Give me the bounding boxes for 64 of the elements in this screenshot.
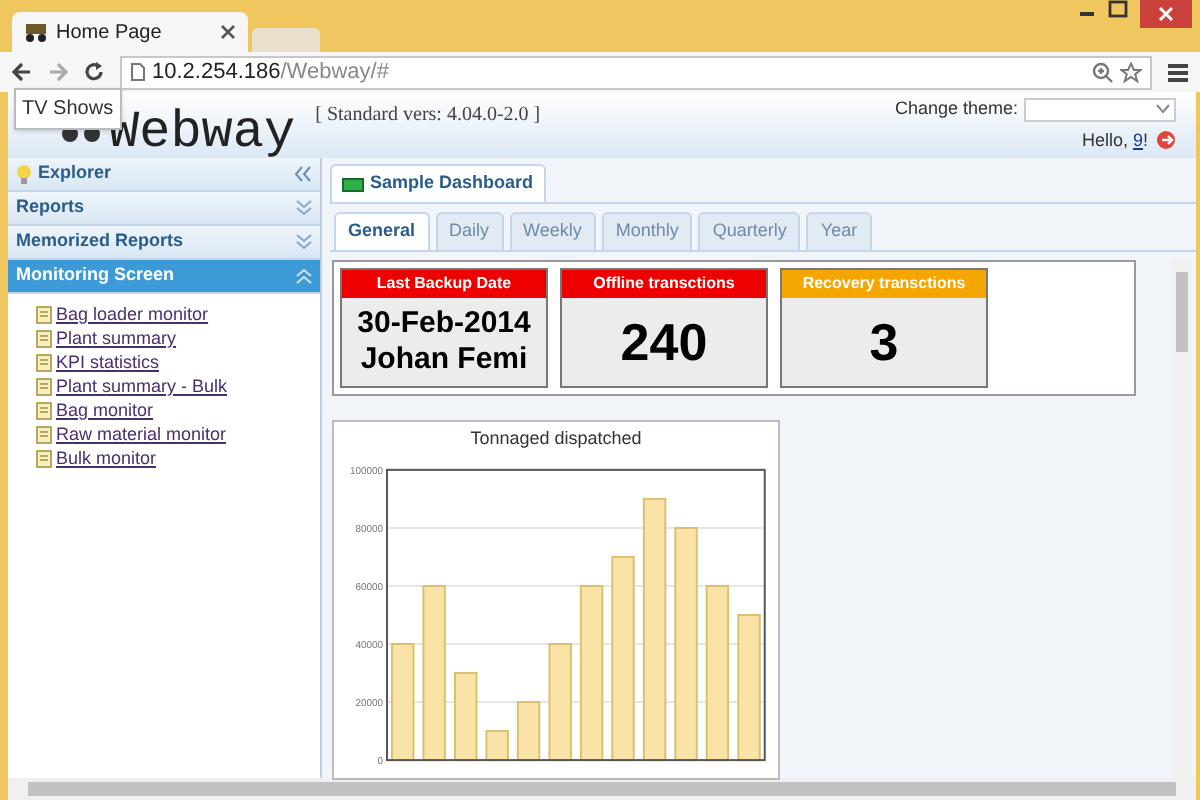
theme-label: Change theme: xyxy=(894,96,1018,122)
card-value: 240 xyxy=(618,310,710,376)
close-button[interactable] xyxy=(1140,0,1192,28)
card-value: 3 xyxy=(867,310,901,376)
accordion-header[interactable]: Memorized Reports xyxy=(8,226,320,260)
bar xyxy=(454,672,478,762)
vertical-scrollbar[interactable] xyxy=(1172,260,1192,778)
card-title: Recovery transctions xyxy=(782,270,986,298)
monitor-link[interactable]: Bag monitor xyxy=(56,397,154,425)
star-icon[interactable] xyxy=(1120,61,1142,83)
address-text: 10.2.254.186/Webway/# xyxy=(152,57,391,88)
truck-icon xyxy=(24,22,48,42)
monitor-link[interactable]: KPI statistics xyxy=(56,349,160,377)
close-icon xyxy=(1158,6,1174,22)
accordion-header[interactable]: Reports xyxy=(8,192,320,226)
logout-icon[interactable] xyxy=(1156,130,1176,151)
document-icon xyxy=(36,378,52,396)
bar xyxy=(516,701,541,762)
maximize-icon[interactable] xyxy=(1108,0,1128,20)
scrollbar-thumb[interactable] xyxy=(1176,272,1188,352)
document-icon xyxy=(36,354,52,372)
document-icon xyxy=(36,426,52,444)
monitor-link[interactable]: Plant summary - Bulk xyxy=(56,373,228,401)
bar xyxy=(485,730,509,762)
tab[interactable]: General xyxy=(334,212,430,250)
chart-title: Tonnaged dispatched xyxy=(468,426,644,448)
card-title: Last Backup Date xyxy=(342,270,546,298)
zoom-icon[interactable] xyxy=(1092,61,1114,83)
document-icon xyxy=(36,402,52,420)
version-text: [ Standard vers: 4.04.0-2.0 ] xyxy=(315,102,541,130)
collapse-icon[interactable] xyxy=(294,166,312,182)
tooltip: TV Shows xyxy=(14,88,122,130)
monitor-icon xyxy=(342,177,364,191)
page-icon xyxy=(130,62,146,82)
menu-icon[interactable] xyxy=(1168,63,1188,81)
accordion-header[interactable]: Explorer xyxy=(8,158,320,192)
tab-title: Home Page xyxy=(56,19,164,47)
monitor-link[interactable]: Bag loader monitor xyxy=(56,301,209,329)
bar xyxy=(391,643,415,762)
lightbulb-icon xyxy=(16,163,32,185)
bar xyxy=(548,643,572,762)
chevron-down-icon[interactable] xyxy=(296,234,312,250)
horizontal-scrollbar[interactable] xyxy=(8,778,1196,800)
chevron-down-icon xyxy=(1156,104,1170,115)
greeting-text: Hello, 9! xyxy=(1081,127,1148,153)
card-title: Offline transctions xyxy=(562,270,766,298)
address-bar[interactable]: 10.2.254.186/Webway/# xyxy=(120,55,1152,89)
document-icon xyxy=(36,450,52,468)
forward-icon[interactable] xyxy=(48,62,68,82)
browser-tab[interactable]: Home Page xyxy=(12,12,248,52)
reload-icon[interactable] xyxy=(84,62,104,82)
card-value: 30-Feb-2014 Johan Femi xyxy=(355,304,533,380)
monitor-link[interactable]: Bulk monitor xyxy=(56,445,157,473)
dashboard-tab[interactable]: Sample Dashboard xyxy=(330,164,546,202)
monitor-link[interactable]: Plant summary xyxy=(56,325,177,353)
scrollbar-thumb[interactable] xyxy=(28,782,1176,796)
chevron-up-icon[interactable] xyxy=(296,268,312,284)
document-icon xyxy=(36,306,52,324)
close-icon[interactable] xyxy=(220,24,236,40)
monitor-link[interactable]: Raw material monitor xyxy=(56,421,227,449)
document-icon xyxy=(36,330,52,348)
user-link[interactable]: 9 xyxy=(1132,129,1143,149)
chevron-down-icon[interactable] xyxy=(296,200,312,216)
back-icon[interactable] xyxy=(12,62,32,82)
